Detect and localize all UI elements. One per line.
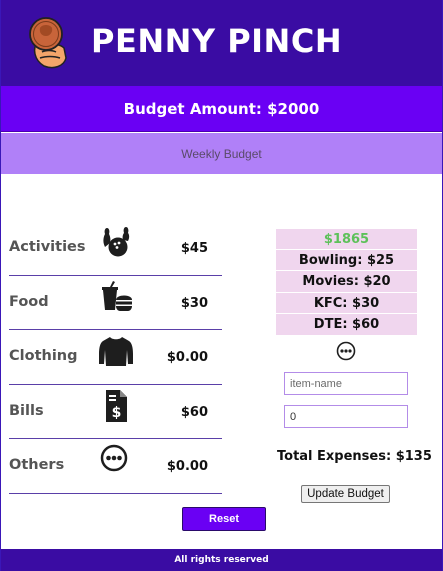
total-expenses: Total Expenses: $135: [277, 449, 432, 464]
bill-icon: $: [106, 389, 127, 422]
more-icon: [100, 444, 128, 472]
category-label: Bills: [9, 402, 44, 419]
remaining-balance: $1865: [276, 229, 417, 251]
reset-button[interactable]: Reset: [182, 507, 266, 531]
weekly-budget-bar: Weekly Budget: [1, 133, 442, 174]
category-list: Activities $45 Food $30 Clothing $0.00 B…: [9, 221, 222, 494]
category-amount: $0.00: [166, 459, 208, 474]
weekly-budget-label: Weekly Budget: [181, 147, 262, 161]
budget-amount-bar: Budget Amount: $2000: [1, 86, 442, 132]
update-budget-button[interactable]: Update Budget: [301, 485, 390, 503]
category-label: Clothing: [9, 348, 78, 364]
item-name-input[interactable]: [284, 372, 408, 395]
expense-item: Movies: $20: [276, 271, 417, 293]
item-amount-input[interactable]: [284, 405, 408, 428]
food-icon: [102, 280, 132, 311]
footer: All rights reserved: [1, 549, 442, 571]
category-amount: $0.00: [166, 350, 208, 365]
category-label: Others: [9, 457, 65, 473]
svg-text:$: $: [112, 405, 122, 421]
page: PENNY PINCH Budget Amount: $2000 Weekly …: [0, 0, 443, 571]
category-row-clothing: Clothing $0.00: [9, 330, 222, 385]
expense-item: Bowling: $25: [276, 250, 417, 272]
shirt-icon: [99, 337, 133, 366]
expense-item: KFC: $30: [276, 293, 417, 314]
expense-summary: $1865 Bowling: $25 Movies: $20 KFC: $30 …: [276, 229, 417, 335]
brand-title: PENNY PINCH: [91, 22, 343, 60]
category-row-activities: Activities $45: [9, 221, 222, 276]
category-row-food: Food $30: [9, 276, 222, 330]
expense-item: DTE: $60: [313, 316, 380, 332]
category-row-others: Others $0.00: [9, 439, 222, 494]
category-amount: $60: [180, 404, 208, 420]
category-row-bills: Bills $ $60: [9, 385, 222, 439]
category-amount: $45: [180, 241, 208, 256]
budget-amount-label: Budget Amount: $2000: [123, 100, 320, 118]
footer-text: All rights reserved: [174, 555, 269, 565]
penny-in-hand-icon: [29, 17, 67, 69]
more-icon[interactable]: [336, 341, 356, 361]
category-label: Activities: [9, 239, 86, 255]
bowling-icon: [103, 227, 130, 257]
app-header: PENNY PINCH: [1, 0, 442, 86]
category-label: Food: [9, 293, 49, 310]
category-amount: $30: [180, 295, 208, 311]
